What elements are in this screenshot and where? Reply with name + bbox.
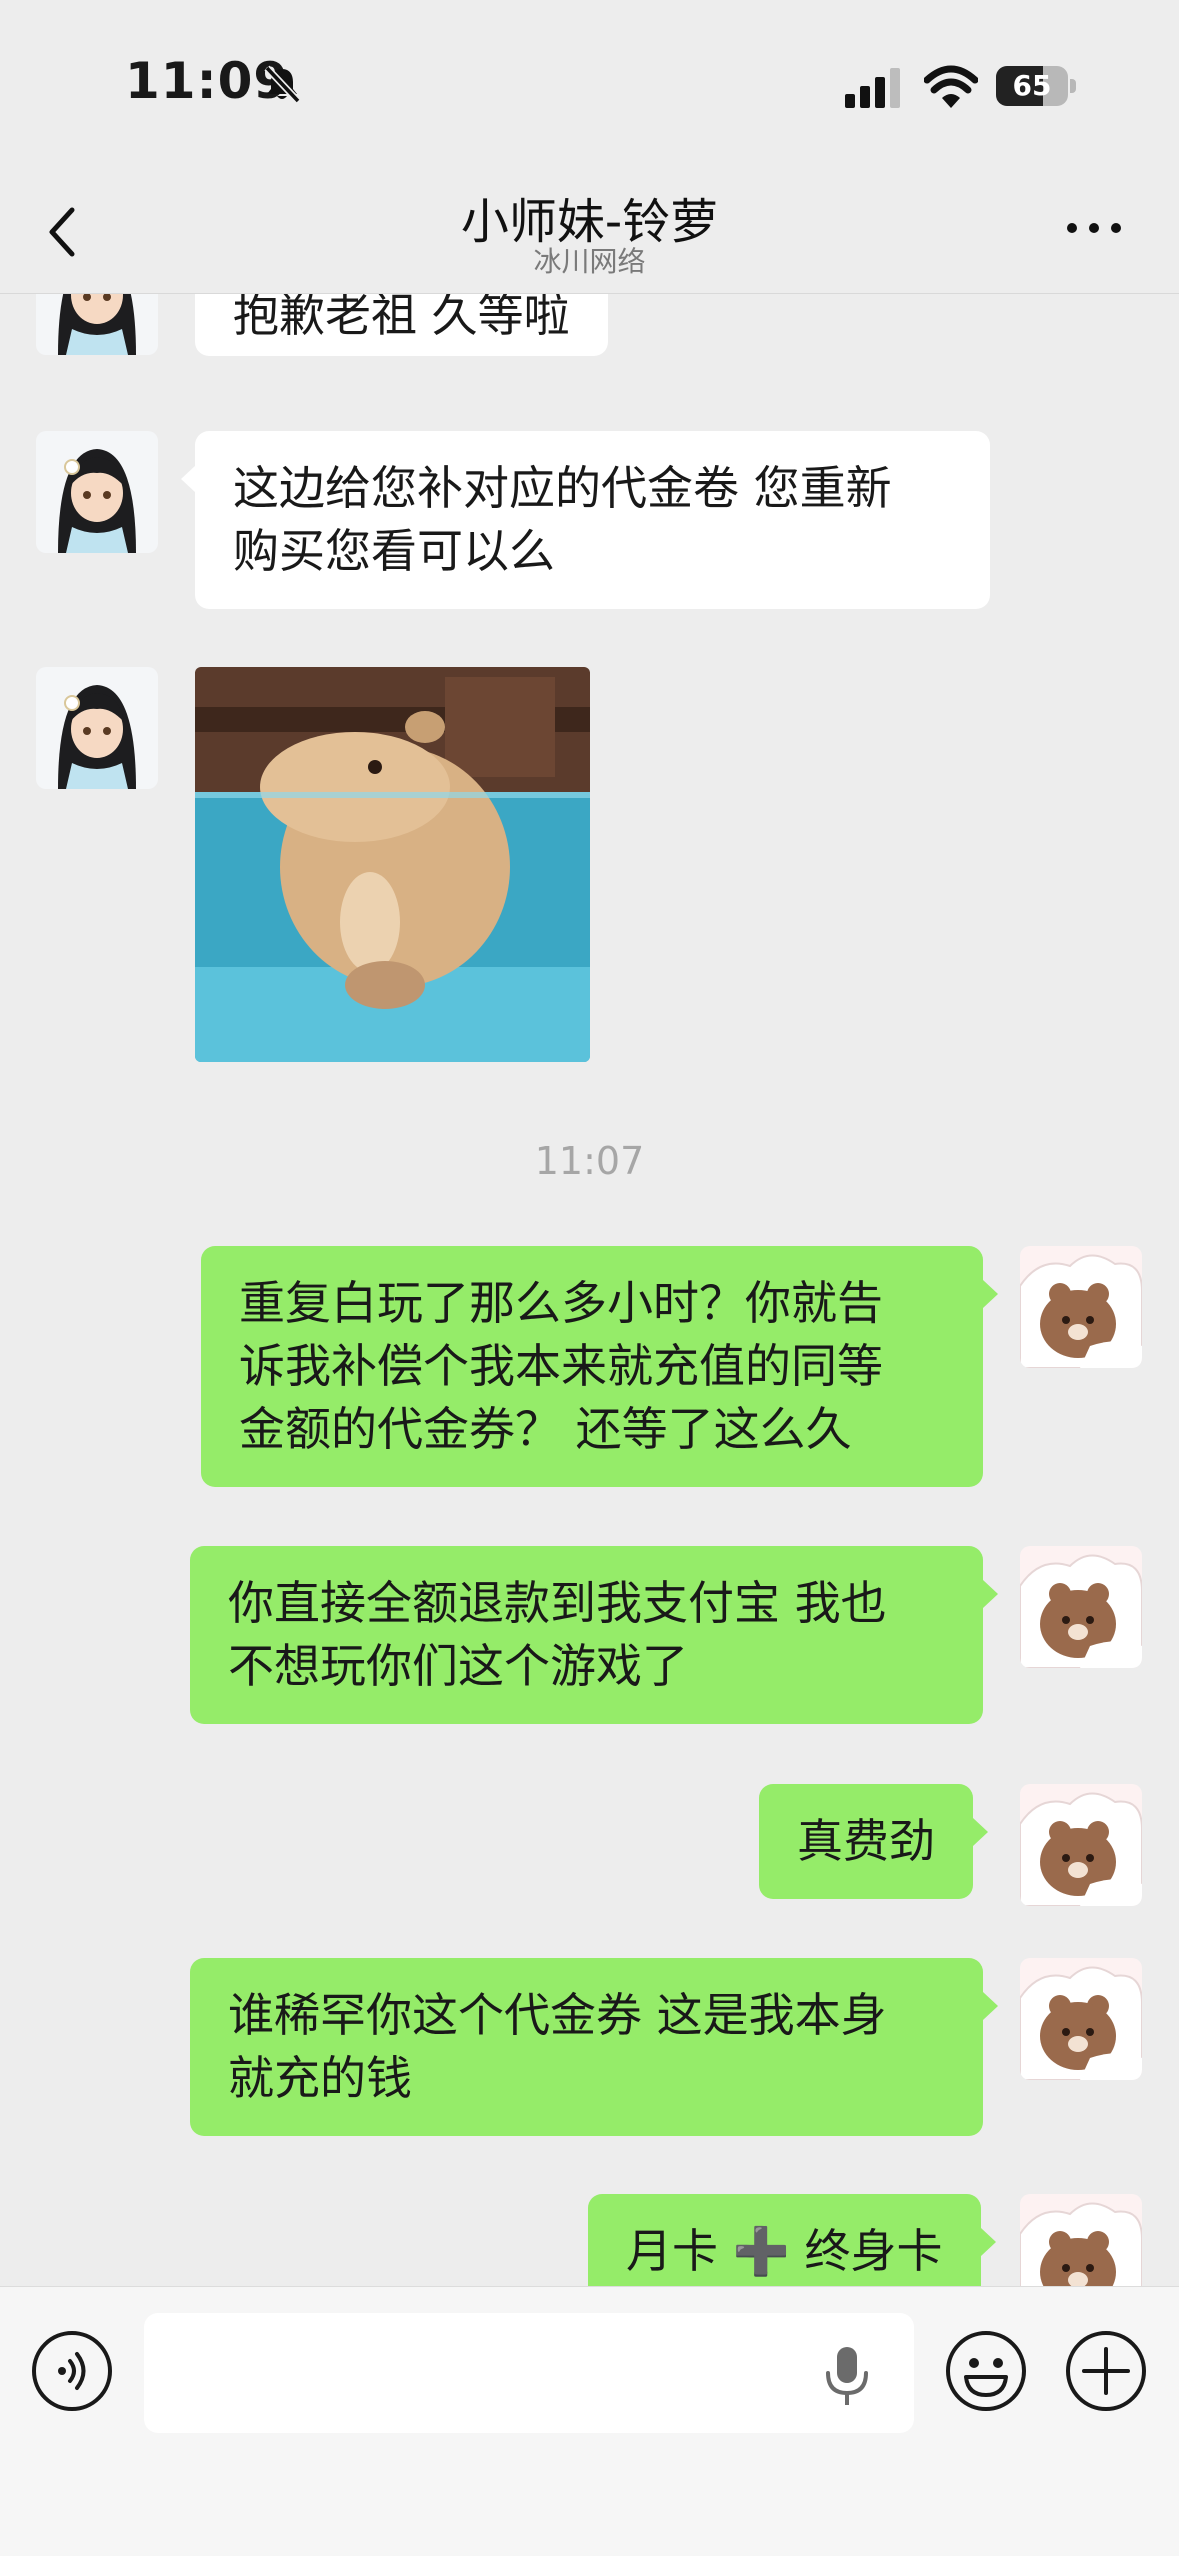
message-line: 你直接全额退款到我支付宝 我也 (228, 1576, 887, 1630)
message-bubble-outgoing[interactable]: 你直接全额退款到我支付宝 我也 不想玩你们这个游戏了 (190, 1546, 998, 1724)
self-avatar[interactable] (1020, 1546, 1142, 1668)
more-dots-icon[interactable] (1064, 218, 1124, 238)
message-line: 这边给您补对应的代金卷 您重新 (233, 461, 892, 515)
girl-avatar-icon (36, 431, 158, 553)
chat-subtitle: 冰川网络 (533, 245, 646, 278)
message-list[interactable]: 抱歉老祖 久等啦 这边给您补对应的代金卷 您重新 购买您看可以么 11:07 重… (0, 294, 1179, 2294)
message-line: 谁稀罕你这个代金券 这是我本身 (228, 1988, 887, 2042)
bear-avatar-icon (1020, 1546, 1142, 1668)
contact-avatar[interactable] (36, 431, 158, 553)
message-bubble-incoming[interactable]: 这边给您补对应的代金卷 您重新 购买您看可以么 (181, 431, 990, 609)
message-line: 购买您看可以么 (233, 524, 555, 578)
mic-icon[interactable] (820, 2345, 874, 2407)
status-bar: 11:09 65 (0, 0, 1179, 160)
message-bubble-outgoing[interactable]: 谁稀罕你这个代金券 这是我本身 就充的钱 (190, 1958, 998, 2136)
bear-avatar-icon (1020, 1784, 1142, 1906)
battery-icon: 65 (996, 66, 1068, 106)
message-bubble-incoming[interactable]: 抱歉老祖 久等啦 (195, 294, 608, 356)
bell-slash-icon (264, 65, 301, 104)
contact-avatar[interactable] (36, 294, 158, 355)
message-line: 就充的钱 (228, 2051, 412, 2105)
message-bubble-outgoing[interactable]: 重复白玩了那么多小时？你就告 诉我补偿个我本来就充值的同等 金额的代金券？ 还等… (201, 1246, 998, 1487)
message-text: 抱歉老祖 久等啦 (233, 294, 570, 342)
message-line: 重复白玩了那么多小时？你就告 (239, 1276, 883, 1330)
battery-percent: 65 (1012, 69, 1052, 102)
emoji-icon[interactable] (944, 2329, 1028, 2413)
message-input[interactable] (144, 2313, 914, 2433)
message-line: 诉我补偿个我本来就充值的同等 (239, 1339, 883, 1393)
girl-avatar-icon (36, 667, 158, 789)
input-bar (0, 2286, 1179, 2556)
contact-avatar[interactable] (36, 667, 158, 789)
self-avatar[interactable] (1020, 1958, 1142, 2080)
wifi-icon (924, 65, 978, 108)
plus-icon[interactable] (1064, 2329, 1148, 2413)
message-bubble-outgoing[interactable]: 真费劲 (759, 1784, 988, 1899)
signal-icon (845, 68, 900, 108)
message-timestamp: 11:07 (534, 1139, 645, 1183)
voice-icon[interactable] (30, 2329, 114, 2413)
self-avatar[interactable] (1020, 2194, 1142, 2294)
message-line: 不想玩你们这个游戏了 (228, 1639, 688, 1693)
bear-avatar-icon (1020, 2194, 1142, 2294)
self-avatar[interactable] (1020, 1784, 1142, 1906)
sticker-image[interactable] (195, 667, 590, 1062)
self-avatar[interactable] (1020, 1246, 1142, 1368)
message-line: 金额的代金券？ 还等了这么久 (239, 1402, 852, 1456)
battery-tip (1070, 79, 1076, 93)
message-text: 真费劲 (797, 1814, 935, 1868)
bear-avatar-icon (1020, 1958, 1142, 2080)
bear-avatar-icon (1020, 1246, 1142, 1368)
message-text: 月卡 ➕ 终身卡 (626, 2224, 943, 2278)
message-bubble-outgoing[interactable]: 月卡 ➕ 终身卡 (588, 2194, 996, 2294)
chat-header: 小师妹-铃萝 冰川网络 (0, 160, 1179, 294)
capybara-sticker-icon (195, 667, 590, 1062)
girl-avatar-icon (36, 294, 158, 355)
battery-indicator: 65 (996, 66, 1076, 106)
